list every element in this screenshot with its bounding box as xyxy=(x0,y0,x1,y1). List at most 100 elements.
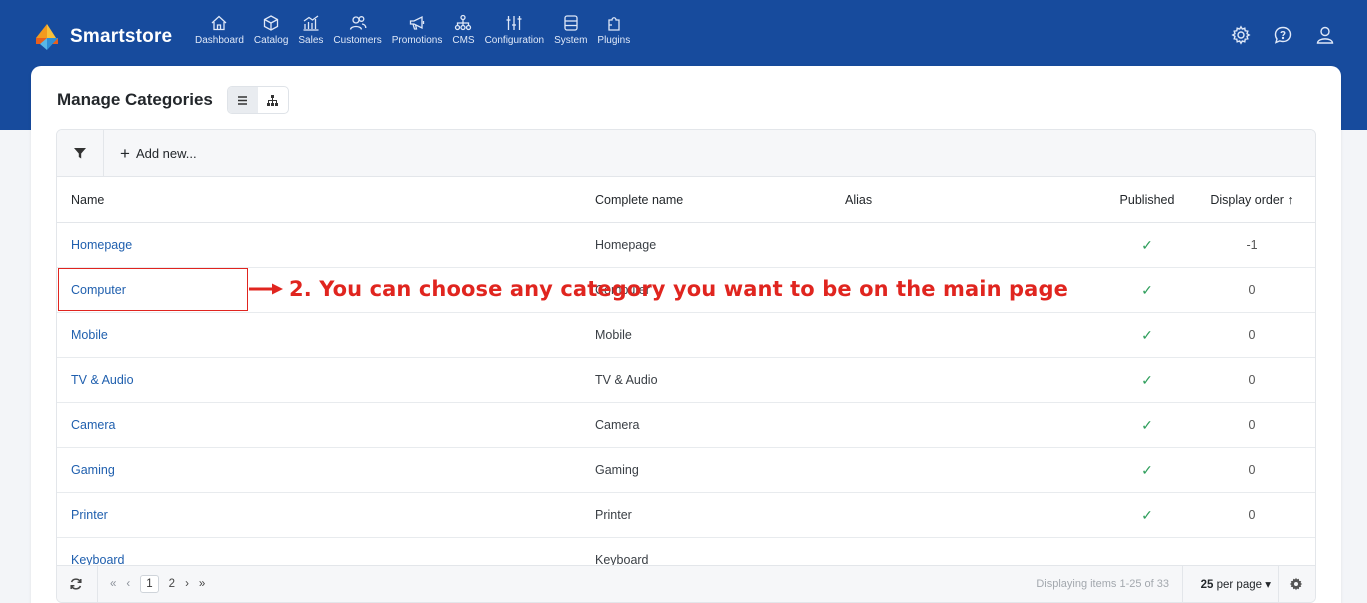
nav-configuration[interactable]: Configuration xyxy=(480,14,549,46)
users-icon xyxy=(349,16,367,30)
pagination: « ‹ 1 2 › » xyxy=(110,575,205,593)
nav-dashboard[interactable]: Dashboard xyxy=(190,14,249,46)
display-info: Displaying items 1-25 of 33 xyxy=(1036,578,1169,590)
category-name-link[interactable]: Gaming xyxy=(71,463,115,477)
annotation-arrow-icon xyxy=(249,283,283,295)
box-icon xyxy=(264,15,279,31)
nav-customers[interactable]: Customers xyxy=(328,14,386,46)
table-row: TV & Audio TV & Audio ✓ 0 xyxy=(57,358,1315,403)
tree-icon xyxy=(267,94,279,106)
prev-page-button[interactable]: ‹ xyxy=(126,578,130,590)
filter-icon[interactable] xyxy=(73,146,87,160)
published-check-icon: ✓ xyxy=(1141,236,1153,253)
category-name-link[interactable]: Homepage xyxy=(71,238,132,252)
display-order-cell: 0 xyxy=(1248,328,1256,342)
complete-name-cell: Homepage xyxy=(595,238,657,252)
published-check-icon: ✓ xyxy=(1141,461,1153,478)
per-page-value: 25 xyxy=(1200,579,1214,591)
published-check-icon: ✓ xyxy=(1141,326,1153,343)
header-alias[interactable]: Alias xyxy=(845,177,872,222)
add-new-label: Add new... xyxy=(135,145,197,161)
brand-name: Smartstore xyxy=(70,26,173,47)
page-title: Manage Categories xyxy=(57,90,213,109)
toolbar-divider xyxy=(103,130,104,177)
table-row: Mobile Mobile ✓ 0 xyxy=(57,313,1315,358)
page-1-button[interactable]: 1 xyxy=(140,575,159,593)
complete-name-cell: Gaming xyxy=(595,463,639,477)
first-page-button[interactable]: « xyxy=(110,578,116,590)
display-order-cell: -1 xyxy=(1246,238,1258,252)
footer-divider xyxy=(1182,566,1183,602)
table-row: Gaming Gaming ✓ 0 xyxy=(57,448,1315,493)
smartstore-logo-icon xyxy=(32,22,62,52)
published-check-icon: ✓ xyxy=(1141,416,1153,433)
category-name-link[interactable]: Mobile xyxy=(71,328,108,342)
list-view-button[interactable] xyxy=(227,87,258,113)
category-name-link[interactable]: Camera xyxy=(71,418,115,432)
header-name[interactable]: Name xyxy=(71,177,104,222)
category-name-link[interactable]: TV & Audio xyxy=(71,373,134,387)
complete-name-cell: Printer xyxy=(595,508,632,522)
table-row: Homepage Homepage ✓ -1 xyxy=(57,223,1315,268)
nav-plugins[interactable]: Plugins xyxy=(592,14,635,46)
display-order-cell: 0 xyxy=(1248,283,1256,297)
refresh-icon[interactable] xyxy=(69,577,83,591)
display-order-cell: 0 xyxy=(1248,373,1256,387)
plus-icon: + xyxy=(120,143,130,163)
annotation-highlight-box xyxy=(58,268,248,311)
home-icon xyxy=(212,15,227,31)
table-header: Name Complete name Alias Published Displ… xyxy=(57,177,1315,223)
list-icon xyxy=(238,95,248,105)
content-card: Manage Categories + Add new... Name Comp… xyxy=(31,66,1341,603)
nav-promotions[interactable]: Promotions xyxy=(387,14,448,46)
annotation-text: 2. You can choose any category you want … xyxy=(289,277,1068,301)
view-toggle xyxy=(226,86,289,114)
title-row: Manage Categories xyxy=(57,86,289,114)
display-order-cell: 0 xyxy=(1248,508,1256,522)
next-page-button[interactable]: › xyxy=(185,578,189,590)
brand[interactable]: Smartstore xyxy=(32,22,172,52)
grid-footer: « ‹ 1 2 › » Displaying items 1-25 of 33 … xyxy=(57,565,1315,602)
chart-icon xyxy=(303,15,319,31)
table-row: Printer Printer ✓ 0 xyxy=(57,493,1315,538)
main-nav: Dashboard Catalog Sales Customers Promot… xyxy=(190,14,635,46)
grid-toolbar: + Add new... xyxy=(57,130,1315,177)
chevron-down-icon: ▾ xyxy=(1265,579,1271,591)
complete-name-cell: TV & Audio xyxy=(595,373,658,387)
per-page-suffix: per page xyxy=(1213,579,1263,591)
footer-divider xyxy=(97,565,98,602)
display-order-cell: 0 xyxy=(1248,418,1256,432)
published-check-icon: ✓ xyxy=(1141,371,1153,388)
database-icon xyxy=(564,15,578,31)
header-display-order[interactable]: Display order ↑ xyxy=(1197,177,1307,222)
grid-settings-gear-icon[interactable] xyxy=(1289,577,1303,591)
header-published[interactable]: Published xyxy=(1117,177,1177,222)
table-row: Camera Camera ✓ 0 xyxy=(57,403,1315,448)
sitemap-icon xyxy=(455,14,472,31)
user-profile-icon[interactable] xyxy=(1315,25,1335,45)
nav-sales[interactable]: Sales xyxy=(293,14,328,46)
published-check-icon: ✓ xyxy=(1141,281,1153,298)
display-order-cell: 0 xyxy=(1248,463,1256,477)
nav-system[interactable]: System xyxy=(549,14,592,46)
nav-cms[interactable]: CMS xyxy=(447,14,479,46)
add-new-button[interactable]: + Add new... xyxy=(120,145,197,162)
footer-divider xyxy=(1278,566,1279,602)
puzzle-icon xyxy=(608,17,620,31)
nav-catalog[interactable]: Catalog xyxy=(249,14,293,46)
per-page-select[interactable]: 25 per page ▾ xyxy=(1201,577,1271,591)
header-complete-name[interactable]: Complete name xyxy=(595,177,683,222)
category-name-link[interactable]: Printer xyxy=(71,508,108,522)
complete-name-cell: Camera xyxy=(595,418,640,432)
page-2-button[interactable]: 2 xyxy=(169,578,175,590)
last-page-button[interactable]: » xyxy=(199,578,205,590)
categories-grid: + Add new... Name Complete name Alias Pu… xyxy=(56,129,1316,603)
complete-name-cell: Mobile xyxy=(595,328,632,342)
sliders-icon xyxy=(506,16,522,30)
help-chat-icon[interactable] xyxy=(1273,25,1293,45)
megaphone-icon xyxy=(409,15,425,30)
published-check-icon: ✓ xyxy=(1141,506,1153,523)
settings-gear-icon[interactable] xyxy=(1231,25,1251,45)
tree-view-button[interactable] xyxy=(258,87,288,113)
top-right-actions xyxy=(1231,25,1335,45)
